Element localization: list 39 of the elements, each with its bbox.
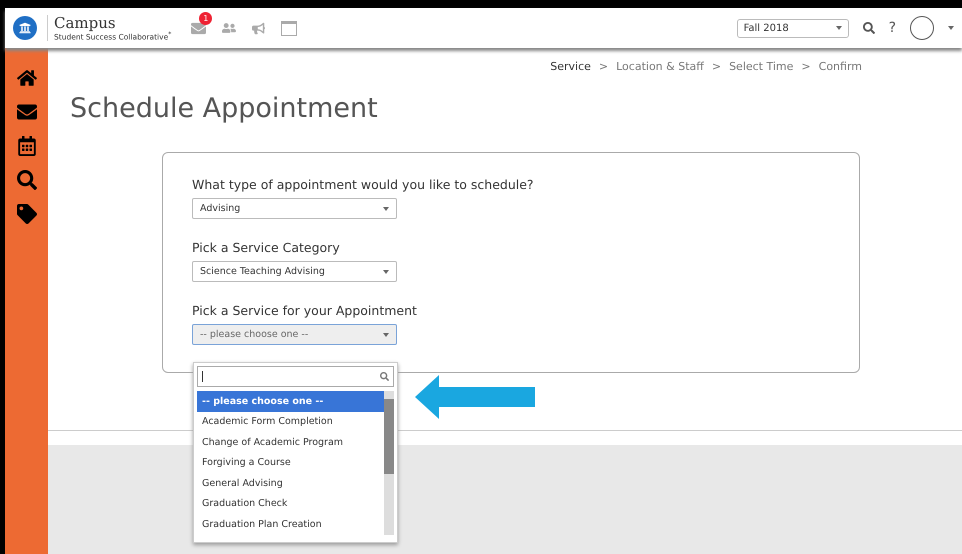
search-icon xyxy=(380,372,389,381)
breadcrumb-step[interactable]: Service xyxy=(550,60,591,73)
breadcrumb-step[interactable]: Location & Staff xyxy=(616,60,704,73)
select-field[interactable]: -- please choose one -- xyxy=(192,324,397,345)
search-icon[interactable] xyxy=(862,22,875,34)
select-field[interactable]: Science Teaching Advising xyxy=(192,261,397,282)
dropdown-option[interactable]: Academic Form Completion xyxy=(197,412,384,432)
field-label: Pick a Service for your Appointment xyxy=(192,303,418,318)
dropdown-search-field[interactable] xyxy=(197,366,394,387)
dropdown-option[interactable]: -- please choose one -- xyxy=(197,391,384,412)
search-icon[interactable] xyxy=(16,170,36,190)
dropdown-option[interactable]: Graduation Check xyxy=(197,494,384,514)
term-select[interactable]: Fall 2018 xyxy=(736,18,849,38)
notification-badge: 1 xyxy=(199,12,212,24)
breadcrumb-step[interactable]: Confirm xyxy=(818,60,862,73)
dropdown-option[interactable]: Change of Academic Program xyxy=(197,432,384,452)
breadcrumb-separator: > xyxy=(712,60,722,73)
home-icon[interactable] xyxy=(16,68,36,88)
tag-icon[interactable] xyxy=(16,204,36,224)
dropdown-option[interactable]: Forgiving a Course xyxy=(197,452,384,473)
logo-icon xyxy=(13,16,37,40)
dropdown-option[interactable]: General Advising xyxy=(197,473,384,494)
brand-name: Campus xyxy=(54,14,117,31)
avatar-icon[interactable] xyxy=(910,16,934,40)
help-button[interactable]: ? xyxy=(888,20,896,36)
select-field[interactable]: Advising xyxy=(192,198,397,219)
mail-icon[interactable] xyxy=(191,20,206,36)
caret-icon[interactable] xyxy=(948,26,954,30)
page-title: Schedule Appointment xyxy=(70,93,379,124)
breadcrumb-step[interactable]: Select Time xyxy=(729,60,794,73)
calendar-icon[interactable] xyxy=(16,136,36,156)
mail-icon[interactable] xyxy=(16,102,36,122)
text-cursor xyxy=(202,371,203,382)
dropdown-option[interactable]: Graduation Plan Creation xyxy=(197,514,384,534)
field-label: What type of appointment would you like to schedule? xyxy=(192,177,535,192)
field-label: Pick a Service Category xyxy=(192,240,341,255)
breadcrumb-separator: > xyxy=(598,60,608,73)
scrollbar-thumb[interactable] xyxy=(384,399,394,474)
breadcrumb-separator: > xyxy=(801,60,811,73)
